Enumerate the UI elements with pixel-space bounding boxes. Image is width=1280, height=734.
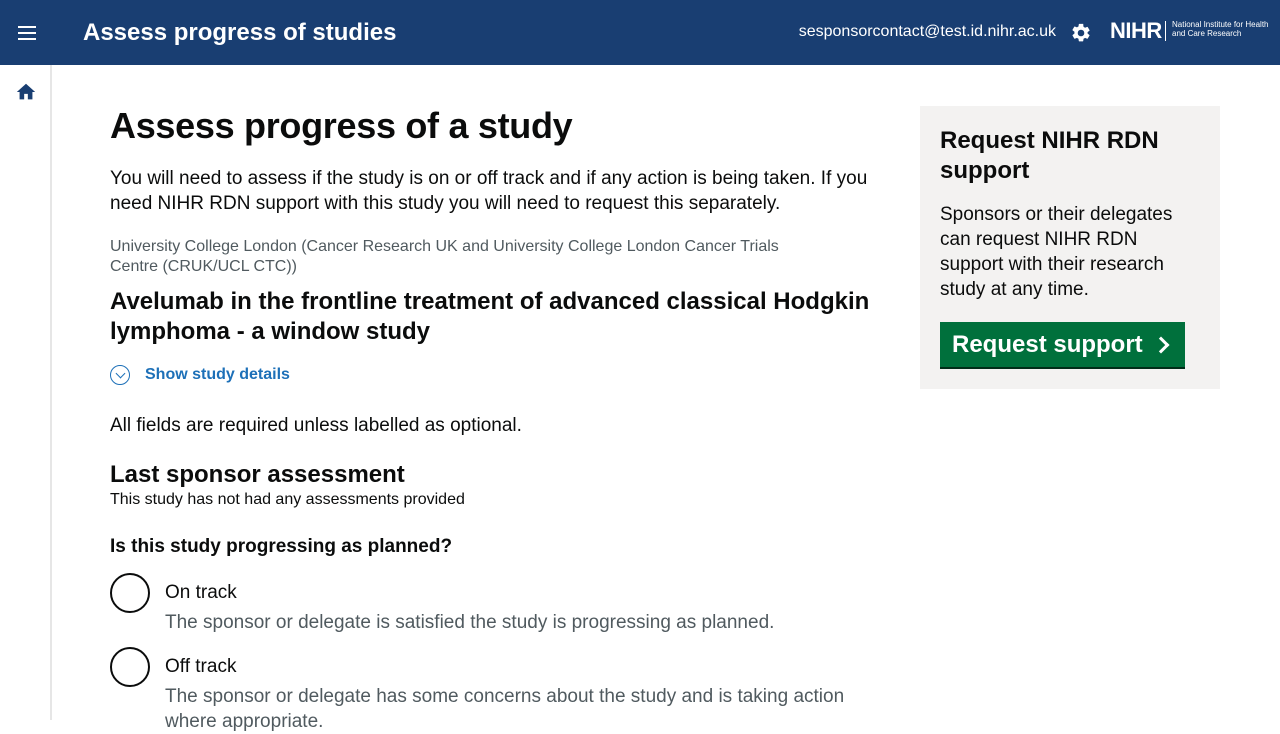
menu-icon[interactable] [14,20,40,46]
gear-icon[interactable] [1070,22,1092,44]
radio-hint-off-track: The sponsor or delegate has some concern… [165,686,845,732]
home-icon[interactable] [15,81,37,103]
main-content: Assess progress of a study You will need… [110,96,880,734]
request-support-button[interactable]: Request support [940,322,1185,367]
logo-divider [1165,21,1166,41]
last-sponsor-assessment-heading: Last sponsor assessment [110,461,405,488]
nihr-logo-text: NIHR [1110,18,1162,43]
chevron-right-icon [1152,336,1170,353]
radio-circle-off-track[interactable] [110,647,150,687]
nihr-logo[interactable]: NIHR National Institute for Health and C… [1110,18,1270,48]
radio-circle-on-track[interactable] [110,573,150,613]
request-support-button-label: Request support [952,330,1143,358]
no-assessments-text: This study has not had any assessments p… [110,491,465,508]
radio-on-track[interactable]: On track The sponsor or delegate is sati… [110,573,880,635]
user-email: sesponsorcontact@test.id.nihr.ac.uk [798,23,1056,40]
progress-question: Is this study progressing as planned? [110,536,453,557]
nihr-logo-subtext: National Institute for Health and Care R… [1172,20,1269,38]
radio-label-off-track[interactable]: Off track [165,647,880,679]
request-support-title: Request NIHR RDN support [940,127,1159,184]
organisation-name: University College London (Cancer Resear… [110,238,779,275]
side-navigation [0,65,52,720]
radio-label-on-track[interactable]: On track [165,573,880,605]
show-study-details-toggle[interactable]: Show study details [110,363,880,387]
app-title[interactable]: Assess progress of studies [83,18,396,48]
radio-off-track[interactable]: Off track The sponsor or delegate has so… [110,647,880,734]
request-support-panel: Request NIHR RDN support Sponsors or the… [920,106,1220,389]
page-title: Assess progress of a study [110,105,573,146]
study-title: Avelumab in the frontline treatment of a… [110,288,870,345]
required-fields-note: All fields are required unless labelled … [110,415,522,436]
app-header: Assess progress of studies sesponsorcont… [0,0,1280,65]
radio-hint-on-track: The sponsor or delegate is satisfied the… [165,612,775,633]
show-study-details-label: Show study details [145,366,290,383]
request-support-text: Sponsors or their delegates can request … [940,204,1173,300]
intro-text: You will need to assess if the study is … [110,168,868,214]
chevron-down-icon [110,365,130,385]
